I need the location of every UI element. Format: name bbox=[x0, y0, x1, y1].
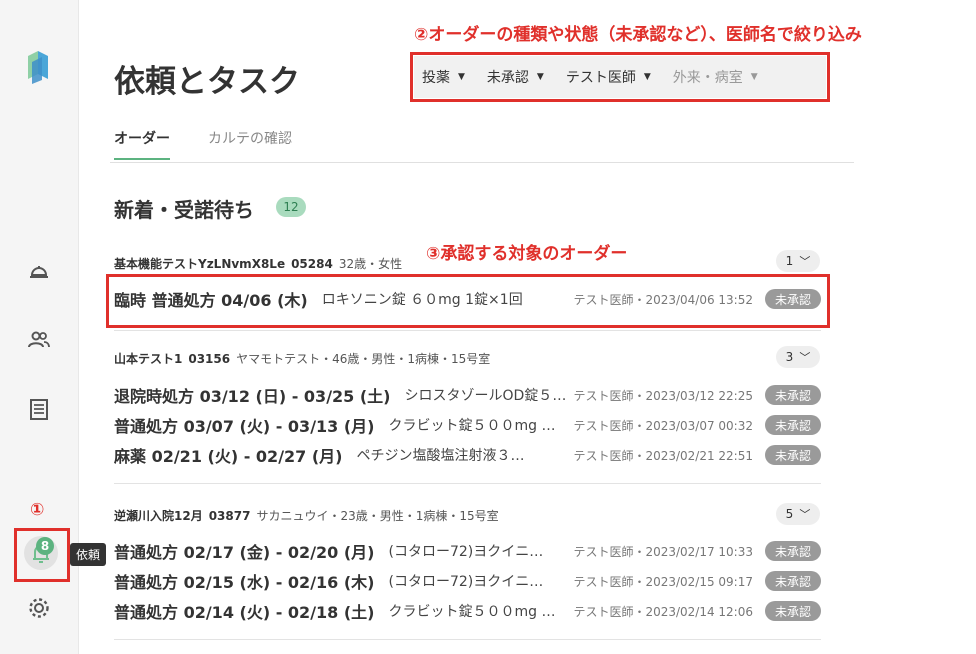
nav-records-icon[interactable] bbox=[26, 396, 52, 422]
patient-info: サカニュウイ・23歳・男性・1病棟・15号室 bbox=[256, 509, 499, 523]
order-meta: テスト医師・2023/02/17 10:33 bbox=[573, 544, 753, 559]
filter-label: 投薬 bbox=[422, 70, 450, 86]
order-row[interactable]: 普通処方 02/17 (金) - 02/20 (月) (コタロー72)ヨクイニン… bbox=[114, 539, 821, 563]
group-count: 5 bbox=[785, 507, 794, 521]
status-badge: 未承認 bbox=[765, 415, 821, 435]
filter-bar: 投薬 ▼ 未承認 ▼ テスト医師 ▼ 外来・病室 ▼ bbox=[414, 56, 826, 98]
group-expand-toggle[interactable]: 1 ﹀ bbox=[776, 250, 820, 272]
divider bbox=[114, 639, 821, 640]
order-title: 普通処方 02/17 (金) - 02/20 (月) bbox=[114, 543, 375, 562]
tab-bar: オーダー カルテの確認 bbox=[110, 128, 854, 163]
filter-label: 外来・病室 bbox=[672, 70, 743, 86]
filter-doctor[interactable]: テスト医師 ▼ bbox=[566, 67, 651, 87]
order-meta: テスト医師・2023/02/14 12:06 bbox=[573, 604, 753, 619]
patient-info: ヤマモトテスト・46歳・男性・1病棟・15号室 bbox=[236, 352, 491, 366]
settings-gear-icon[interactable] bbox=[26, 595, 52, 621]
group-expand-toggle[interactable]: 3 ﹀ bbox=[776, 346, 820, 368]
patient-id: 03156 bbox=[188, 352, 231, 366]
order-drug: (コタロー72)ヨクイニンエキス bbox=[388, 574, 557, 590]
order-drug: クラビット錠５００mg 1錠 bbox=[388, 418, 557, 434]
caret-down-icon: ▼ bbox=[458, 72, 465, 82]
order-row[interactable]: 普通処方 03/07 (火) - 03/13 (月) クラビット錠５００mg 1… bbox=[114, 413, 821, 437]
order-drug: ロキソニン錠 ６０mg 1錠×1回 bbox=[321, 292, 523, 308]
annotation-box-bell bbox=[14, 528, 70, 582]
annotation-target: ③承認する対象のオーダー bbox=[426, 244, 628, 264]
order-title: 普通処方 03/07 (火) - 03/13 (月) bbox=[114, 417, 375, 436]
order-title: 退院時処方 03/12 (日) - 03/25 (土) bbox=[114, 387, 391, 406]
status-badge: 未承認 bbox=[765, 571, 821, 591]
patient-header[interactable]: 山本テスト1 03156 ヤマモトテスト・46歳・男性・1病棟・15号室 bbox=[114, 350, 490, 367]
order-drug: (コタロー72)ヨクイニンエキス bbox=[388, 544, 557, 560]
app-logo-icon bbox=[26, 50, 52, 84]
page-title: 依頼とタスク bbox=[114, 64, 300, 100]
order-row[interactable]: 臨時 普通処方 04/06 (木) ロキソニン錠 ６０mg 1錠×1回 テスト医… bbox=[114, 287, 821, 311]
order-drug: ペチジン塩酸塩注射液３５mg bbox=[356, 448, 525, 464]
bell-tooltip: 依頼 bbox=[70, 543, 107, 566]
patient-id: 03877 bbox=[208, 509, 251, 523]
filter-order-type[interactable]: 投薬 ▼ bbox=[422, 67, 465, 87]
order-row[interactable]: 普通処方 02/14 (火) - 02/18 (土) クラビット錠５００mg 1… bbox=[114, 599, 821, 623]
patient-info: 32歳・女性 bbox=[338, 257, 403, 271]
order-title: 臨時 普通処方 04/06 (木) bbox=[114, 291, 308, 310]
status-badge: 未承認 bbox=[765, 541, 821, 561]
order-row[interactable]: 退院時処方 03/12 (日) - 03/25 (土) シロスタゾールOD錠５０… bbox=[114, 383, 821, 407]
order-meta: テスト医師・2023/03/12 22:25 bbox=[573, 388, 753, 403]
order-drug: シロスタゾールOD錠５０mg bbox=[404, 388, 573, 404]
filter-label: 未承認 bbox=[486, 70, 529, 86]
divider bbox=[114, 330, 821, 331]
order-meta: テスト医師・2023/02/21 22:51 bbox=[573, 448, 753, 463]
section-count-badge: 12 bbox=[276, 197, 306, 217]
group-count: 3 bbox=[785, 350, 794, 364]
patient-name: 山本テスト1 bbox=[114, 352, 183, 366]
order-title: 麻薬 02/21 (火) - 02/27 (月) bbox=[114, 447, 343, 466]
patient-header[interactable]: 基本機能テストYzLNvmX8Le 05284 32歳・女性 bbox=[114, 255, 402, 272]
chevron-down-icon: ﹀ bbox=[799, 255, 811, 268]
tab-chart-review[interactable]: カルテの確認 bbox=[208, 128, 292, 156]
nav-patients-icon[interactable] bbox=[26, 327, 52, 353]
chevron-down-icon: ﹀ bbox=[799, 508, 811, 521]
annotation-bell: ① bbox=[30, 500, 45, 520]
tab-orders[interactable]: オーダー bbox=[114, 128, 170, 160]
annotation-filters: ②オーダーの種類や状態（未承認など）、医師名で絞り込み bbox=[414, 25, 862, 45]
order-drug: クラビット錠５００mg 1錠 bbox=[388, 604, 557, 620]
section-title: 新着・受諾待ち bbox=[114, 198, 254, 222]
status-badge: 未承認 bbox=[765, 289, 821, 309]
status-badge: 未承認 bbox=[765, 385, 821, 405]
order-title: 普通処方 02/14 (火) - 02/18 (土) bbox=[114, 603, 375, 622]
order-row[interactable]: 普通処方 02/15 (水) - 02/16 (木) (コタロー72)ヨクイニン… bbox=[114, 569, 821, 593]
filter-location[interactable]: 外来・病室 ▼ bbox=[673, 67, 758, 87]
filter-label: テスト医師 bbox=[565, 70, 636, 86]
group-expand-toggle[interactable]: 5 ﹀ bbox=[776, 503, 820, 525]
order-meta: テスト医師・2023/04/06 13:52 bbox=[573, 292, 753, 307]
order-meta: テスト医師・2023/03/07 00:32 bbox=[573, 418, 753, 433]
patient-name: 基本機能テストYzLNvmX8Le bbox=[114, 257, 286, 271]
caret-down-icon: ▼ bbox=[536, 72, 544, 82]
order-row[interactable]: 麻薬 02/21 (火) - 02/27 (月) ペチジン塩酸塩注射液３５mg … bbox=[114, 443, 821, 467]
chevron-down-icon: ﹀ bbox=[799, 351, 811, 364]
status-badge: 未承認 bbox=[765, 445, 821, 465]
divider bbox=[114, 483, 821, 484]
order-meta: テスト医師・2023/02/15 09:17 bbox=[573, 574, 753, 589]
nav-ward-icon[interactable] bbox=[26, 258, 52, 284]
caret-down-icon: ▼ bbox=[750, 72, 758, 82]
caret-down-icon: ▼ bbox=[643, 72, 651, 82]
patient-header[interactable]: 逆瀬川入院12月 03877 サカニュウイ・23歳・男性・1病棟・15号室 bbox=[114, 507, 499, 524]
order-title: 普通処方 02/15 (水) - 02/16 (木) bbox=[114, 573, 375, 592]
patient-id: 05284 bbox=[291, 257, 333, 271]
filter-status[interactable]: 未承認 ▼ bbox=[487, 67, 544, 87]
group-count: 1 bbox=[785, 254, 794, 268]
patient-name: 逆瀬川入院12月 bbox=[114, 509, 203, 523]
status-badge: 未承認 bbox=[765, 601, 821, 621]
